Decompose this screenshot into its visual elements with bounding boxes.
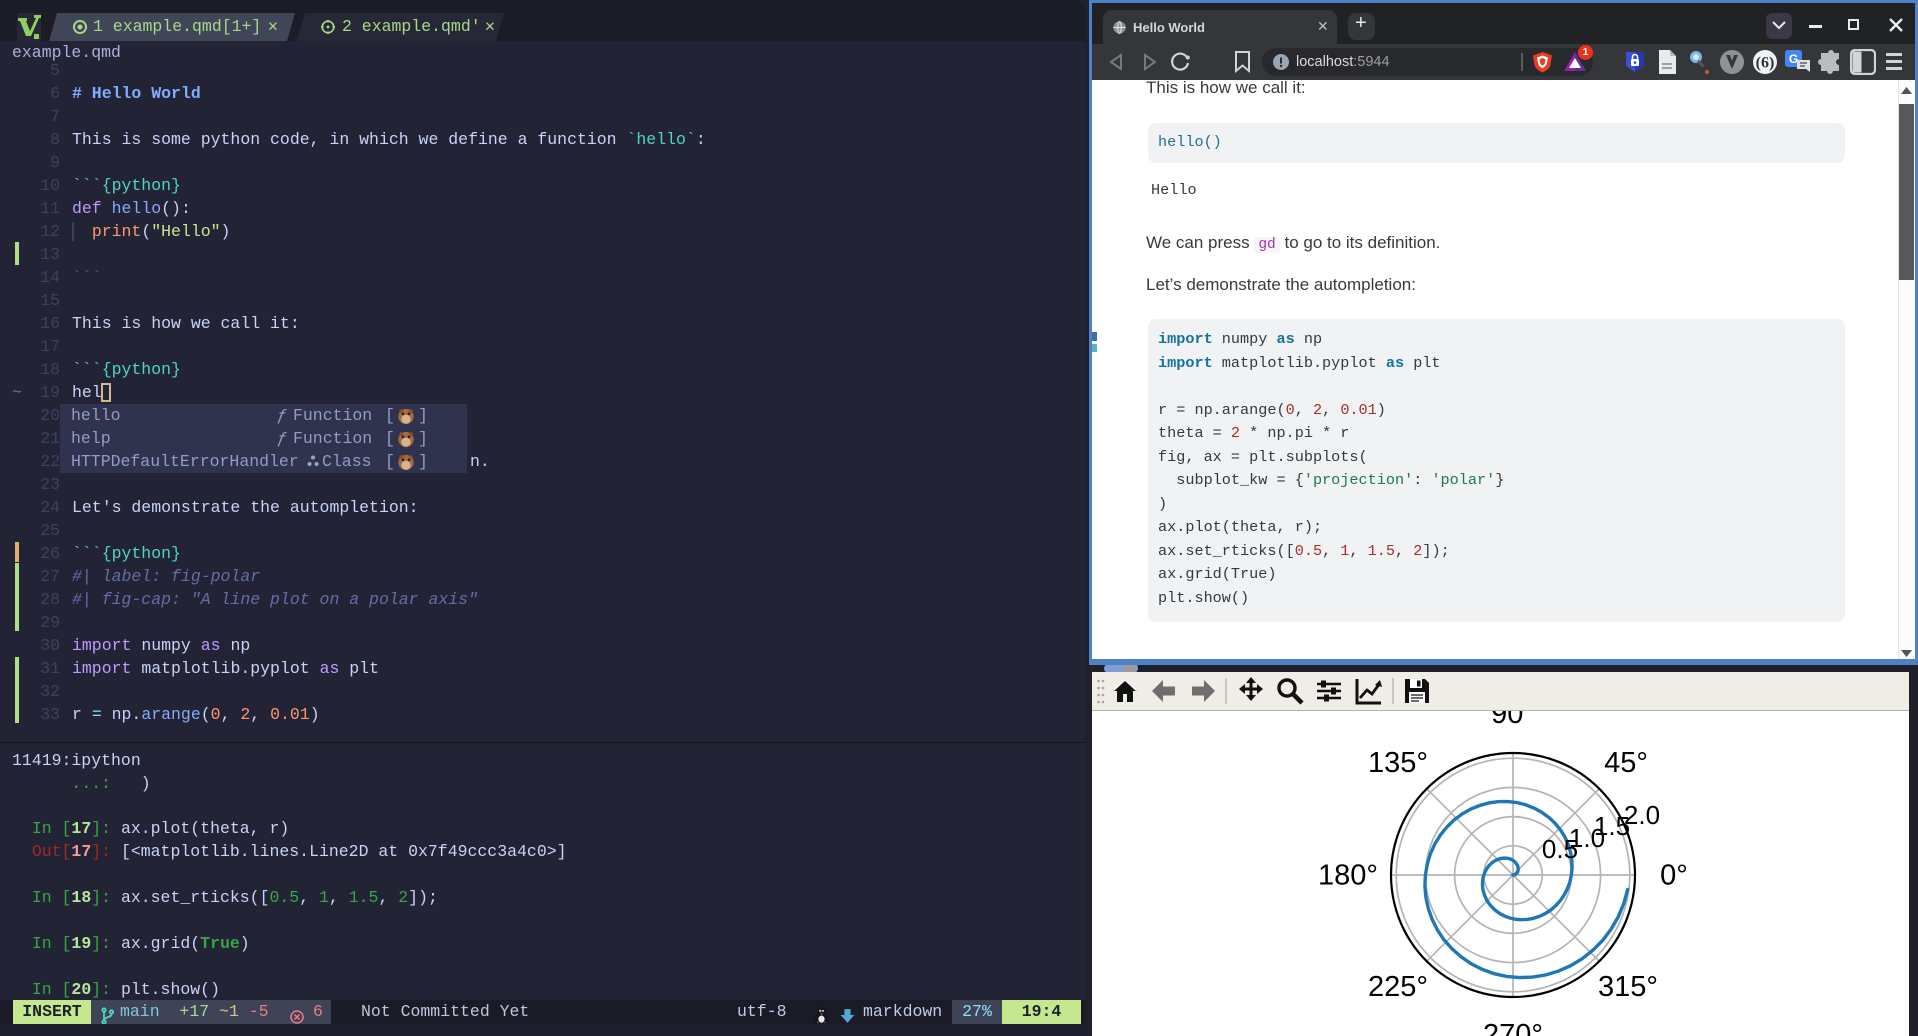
svg-text:G: G	[1789, 52, 1798, 66]
svg-text:(6): (6)	[1756, 55, 1775, 72]
svg-text:315°: 315°	[1598, 971, 1658, 1003]
svg-text:45°: 45°	[1604, 747, 1648, 779]
svg-text:2.0: 2.0	[1624, 800, 1660, 830]
svg-text:0°: 0°	[1660, 860, 1688, 892]
svg-text:180°: 180°	[1318, 860, 1378, 892]
svg-text:270°: 270°	[1483, 1019, 1543, 1036]
svg-text:225°: 225°	[1368, 971, 1428, 1003]
svg-text:135°: 135°	[1368, 747, 1428, 779]
